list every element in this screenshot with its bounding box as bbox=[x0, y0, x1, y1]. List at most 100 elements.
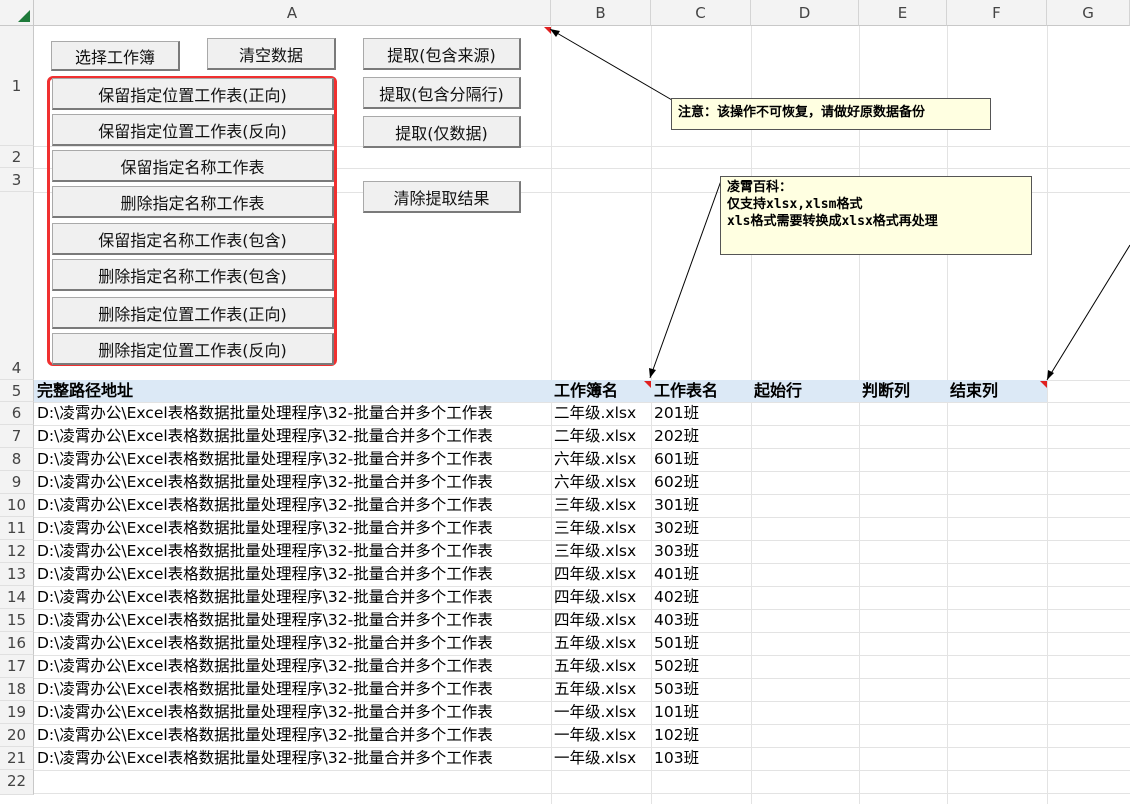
cell-sheet[interactable]: 602班 bbox=[651, 471, 751, 494]
header-full-path[interactable]: 完整路径地址 bbox=[34, 380, 551, 402]
row-header-18[interactable]: 18 bbox=[0, 678, 34, 701]
cell-sheet[interactable]: 301班 bbox=[651, 494, 751, 517]
cell-workbook[interactable]: 一年级.xlsx bbox=[551, 724, 651, 747]
column-header-e[interactable]: E bbox=[859, 0, 947, 26]
cell-path[interactable]: D:\凌霄办公\Excel表格数据批量处理程序\32-批量合并多个工作表 bbox=[34, 678, 551, 701]
cell-workbook[interactable]: 五年级.xlsx bbox=[551, 655, 651, 678]
cell-workbook[interactable]: 二年级.xlsx bbox=[551, 402, 651, 425]
cell-sheet[interactable]: 201班 bbox=[651, 402, 751, 425]
cell-workbook[interactable]: 六年级.xlsx bbox=[551, 471, 651, 494]
cell-sheet[interactable]: 502班 bbox=[651, 655, 751, 678]
cell-path[interactable]: D:\凌霄办公\Excel表格数据批量处理程序\32-批量合并多个工作表 bbox=[34, 448, 551, 471]
row-header-6[interactable]: 6 bbox=[0, 402, 34, 425]
row-header-21[interactable]: 21 bbox=[0, 747, 34, 770]
cell-workbook[interactable]: 五年级.xlsx bbox=[551, 678, 651, 701]
cell-sheet[interactable]: 401班 bbox=[651, 563, 751, 586]
column-header-g[interactable]: G bbox=[1047, 0, 1130, 26]
cell-sheet[interactable]: 302班 bbox=[651, 517, 751, 540]
row-header-8[interactable]: 8 bbox=[0, 448, 34, 471]
select-workbook-button[interactable]: 选择工作簿 bbox=[51, 41, 180, 71]
cell-sheet[interactable]: 101班 bbox=[651, 701, 751, 724]
row-header-19[interactable]: 19 bbox=[0, 701, 34, 724]
cell-path[interactable]: D:\凌霄办公\Excel表格数据批量处理程序\32-批量合并多个工作表 bbox=[34, 701, 551, 724]
cell-sheet[interactable]: 103班 bbox=[651, 747, 751, 770]
delete-name-button[interactable]: 删除指定名称工作表 bbox=[52, 186, 334, 218]
cell-sheet[interactable]: 402班 bbox=[651, 586, 751, 609]
row-header-11[interactable]: 11 bbox=[0, 517, 34, 540]
extract-with-source-button[interactable]: 提取(包含来源) bbox=[363, 38, 521, 70]
cell-workbook[interactable]: 四年级.xlsx bbox=[551, 609, 651, 632]
extract-data-only-button[interactable]: 提取(仅数据) bbox=[363, 116, 521, 148]
cell-path[interactable]: D:\凌霄办公\Excel表格数据批量处理程序\32-批量合并多个工作表 bbox=[34, 563, 551, 586]
cell-sheet[interactable]: 303班 bbox=[651, 540, 751, 563]
cell-path[interactable]: D:\凌霄办公\Excel表格数据批量处理程序\32-批量合并多个工作表 bbox=[34, 609, 551, 632]
row-header-3[interactable]: 3 bbox=[0, 168, 34, 192]
row-header-22[interactable]: 22 bbox=[0, 770, 34, 795]
cell-path[interactable]: D:\凌霄办公\Excel表格数据批量处理程序\32-批量合并多个工作表 bbox=[34, 655, 551, 678]
cell-path[interactable]: D:\凌霄办公\Excel表格数据批量处理程序\32-批量合并多个工作表 bbox=[34, 632, 551, 655]
column-header-d[interactable]: D bbox=[751, 0, 859, 26]
cell-path[interactable]: D:\凌霄办公\Excel表格数据批量处理程序\32-批量合并多个工作表 bbox=[34, 517, 551, 540]
cell-workbook[interactable]: 三年级.xlsx bbox=[551, 494, 651, 517]
extract-with-separator-button[interactable]: 提取(包含分隔行) bbox=[363, 77, 521, 109]
clear-data-button[interactable]: 清空数据 bbox=[207, 38, 336, 70]
cell-workbook[interactable]: 四年级.xlsx bbox=[551, 586, 651, 609]
column-header-f[interactable]: F bbox=[947, 0, 1047, 26]
cell-path[interactable]: D:\凌霄办公\Excel表格数据批量处理程序\32-批量合并多个工作表 bbox=[34, 425, 551, 448]
row-header-10[interactable]: 10 bbox=[0, 494, 34, 517]
cell-workbook[interactable]: 一年级.xlsx bbox=[551, 747, 651, 770]
column-header-b[interactable]: B bbox=[551, 0, 651, 26]
comment-indicator-b5[interactable] bbox=[644, 381, 651, 388]
row-header-4[interactable]: 4 bbox=[0, 192, 34, 380]
comment-indicator-f5[interactable] bbox=[1040, 381, 1047, 388]
cell-workbook[interactable]: 三年级.xlsx bbox=[551, 540, 651, 563]
row-header-13[interactable]: 13 bbox=[0, 563, 34, 586]
cell-sheet[interactable]: 202班 bbox=[651, 425, 751, 448]
delete-name-contains-button[interactable]: 删除指定名称工作表(包含) bbox=[52, 259, 334, 291]
row-header-12[interactable]: 12 bbox=[0, 540, 34, 563]
cell-workbook[interactable]: 五年级.xlsx bbox=[551, 632, 651, 655]
cell-sheet[interactable]: 601班 bbox=[651, 448, 751, 471]
keep-name-button[interactable]: 保留指定名称工作表 bbox=[52, 150, 334, 182]
delete-position-forward-button[interactable]: 删除指定位置工作表(正向) bbox=[52, 297, 334, 329]
comment-indicator-a1[interactable] bbox=[544, 27, 551, 34]
row-header-7[interactable]: 7 bbox=[0, 425, 34, 448]
cell-workbook[interactable]: 一年级.xlsx bbox=[551, 701, 651, 724]
cell-path[interactable]: D:\凌霄办公\Excel表格数据批量处理程序\32-批量合并多个工作表 bbox=[34, 471, 551, 494]
keep-name-contains-button[interactable]: 保留指定名称工作表(包含) bbox=[52, 223, 334, 255]
cell-path[interactable]: D:\凌霄办公\Excel表格数据批量处理程序\32-批量合并多个工作表 bbox=[34, 402, 551, 425]
row-header-16[interactable]: 16 bbox=[0, 632, 34, 655]
header-workbook-name[interactable]: 工作簿名 bbox=[551, 380, 651, 402]
header-check-column[interactable]: 判断列 bbox=[859, 380, 947, 402]
cell-workbook[interactable]: 二年级.xlsx bbox=[551, 425, 651, 448]
cell-path[interactable]: D:\凌霄办公\Excel表格数据批量处理程序\32-批量合并多个工作表 bbox=[34, 494, 551, 517]
cell-sheet[interactable]: 501班 bbox=[651, 632, 751, 655]
cell-workbook[interactable]: 三年级.xlsx bbox=[551, 517, 651, 540]
cell-sheet[interactable]: 403班 bbox=[651, 609, 751, 632]
row-header-1[interactable]: 1 bbox=[0, 26, 34, 146]
row-header-17[interactable]: 17 bbox=[0, 655, 34, 678]
header-sheet-name[interactable]: 工作表名 bbox=[651, 380, 751, 402]
cell-sheet[interactable]: 503班 bbox=[651, 678, 751, 701]
keep-position-forward-button[interactable]: 保留指定位置工作表(正向) bbox=[52, 78, 334, 110]
cell-sheet[interactable]: 102班 bbox=[651, 724, 751, 747]
keep-position-reverse-button[interactable]: 保留指定位置工作表(反向) bbox=[52, 114, 334, 146]
row-header-5[interactable]: 5 bbox=[0, 380, 34, 402]
header-end-column[interactable]: 结束列 bbox=[947, 380, 1047, 402]
row-header-14[interactable]: 14 bbox=[0, 586, 34, 609]
row-header-2[interactable]: 2 bbox=[0, 146, 34, 168]
clear-extract-result-button[interactable]: 清除提取结果 bbox=[363, 181, 521, 213]
cell-path[interactable]: D:\凌霄办公\Excel表格数据批量处理程序\32-批量合并多个工作表 bbox=[34, 586, 551, 609]
cell-workbook[interactable]: 四年级.xlsx bbox=[551, 563, 651, 586]
select-all-corner[interactable] bbox=[0, 0, 34, 26]
column-header-c[interactable]: C bbox=[651, 0, 751, 26]
row-header-20[interactable]: 20 bbox=[0, 724, 34, 747]
cell-path[interactable]: D:\凌霄办公\Excel表格数据批量处理程序\32-批量合并多个工作表 bbox=[34, 540, 551, 563]
cell-path[interactable]: D:\凌霄办公\Excel表格数据批量处理程序\32-批量合并多个工作表 bbox=[34, 724, 551, 747]
column-header-a[interactable]: A bbox=[34, 0, 551, 26]
delete-position-reverse-button[interactable]: 删除指定位置工作表(反向) bbox=[52, 333, 334, 365]
cell-workbook[interactable]: 六年级.xlsx bbox=[551, 448, 651, 471]
row-header-9[interactable]: 9 bbox=[0, 471, 34, 494]
header-start-row[interactable]: 起始行 bbox=[751, 380, 859, 402]
cell-path[interactable]: D:\凌霄办公\Excel表格数据批量处理程序\32-批量合并多个工作表 bbox=[34, 747, 551, 770]
